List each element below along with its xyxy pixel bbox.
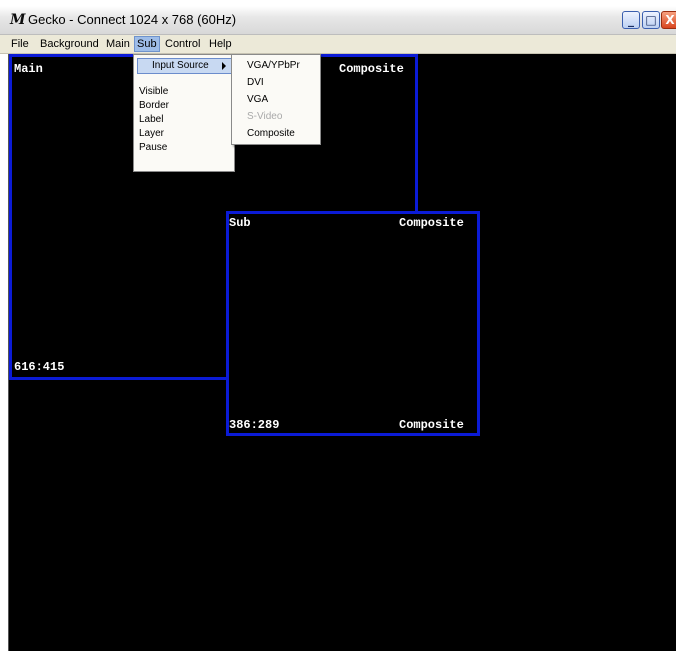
sub-window-source-bottom: Composite xyxy=(399,418,464,432)
menu-item-input-source[interactable]: Input Source xyxy=(152,60,209,71)
display-canvas[interactable]: Main Composite 616:415 Sub Composite 386… xyxy=(8,54,676,651)
title-bar[interactable]: M Gecko - Connect 1024 x 768 (60Hz) _ □ … xyxy=(0,6,676,35)
menu-help[interactable]: Help xyxy=(207,37,234,51)
main-window-resolution: 616:415 xyxy=(14,360,65,374)
input-source-submenu: VGA/YPbPr DVI VGA S-Video Composite xyxy=(231,54,321,145)
menu-item-pause[interactable]: Pause xyxy=(139,142,167,153)
menu-item-composite[interactable]: Composite xyxy=(247,128,295,139)
menu-item-label[interactable]: Label xyxy=(139,114,163,125)
sub-window-area xyxy=(229,214,477,433)
sub-window-label: Sub xyxy=(229,216,251,230)
menu-item-visible[interactable]: Visible xyxy=(139,86,168,97)
menu-item-dvi[interactable]: DVI xyxy=(247,77,264,88)
main-window-source: Composite xyxy=(339,62,404,76)
sub-menu-dropdown: Input Source Visible Border Label Layer … xyxy=(133,54,235,172)
menu-sub[interactable]: Sub xyxy=(134,36,160,52)
close-button[interactable]: X xyxy=(661,11,676,29)
minimize-button[interactable]: _ xyxy=(622,11,640,29)
menu-main[interactable]: Main xyxy=(104,37,132,51)
sub-window-resolution: 386:289 xyxy=(229,418,280,432)
menu-item-border[interactable]: Border xyxy=(139,100,169,111)
menu-file[interactable]: File xyxy=(9,37,31,51)
app-logo-icon: M xyxy=(10,12,26,28)
maximize-icon: □ xyxy=(645,13,657,27)
menu-control[interactable]: Control xyxy=(163,37,202,51)
minimize-icon: _ xyxy=(628,13,634,27)
menu-item-s-video: S-Video xyxy=(247,111,283,122)
close-icon: X xyxy=(665,13,675,27)
menu-item-vga-ypbpr[interactable]: VGA/YPbPr xyxy=(247,60,300,71)
maximize-button[interactable]: □ xyxy=(642,11,660,29)
main-window-label: Main xyxy=(14,62,43,76)
menu-bar: File Background Main Sub Control Help xyxy=(0,35,676,54)
submenu-arrow-icon xyxy=(222,62,226,70)
menu-item-vga[interactable]: VGA xyxy=(247,94,268,105)
sub-window-source: Composite xyxy=(399,216,464,230)
menu-item-layer[interactable]: Layer xyxy=(139,128,164,139)
menu-background[interactable]: Background xyxy=(38,37,101,51)
window-title: Gecko - Connect 1024 x 768 (60Hz) xyxy=(28,12,237,27)
